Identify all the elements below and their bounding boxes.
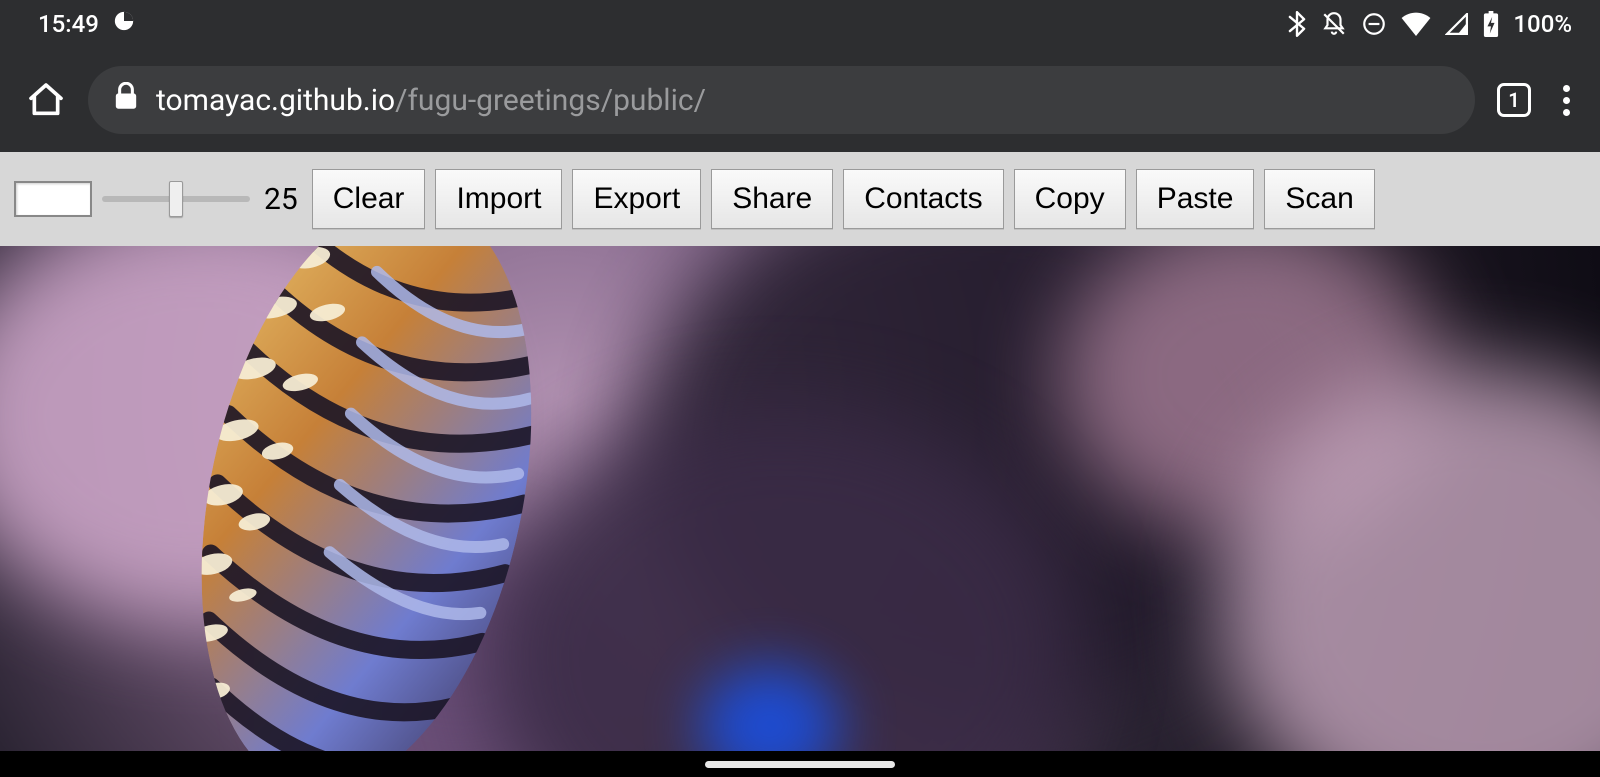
share-button[interactable]: Share xyxy=(711,169,833,229)
dnd-off-icon xyxy=(1321,11,1347,37)
android-status-bar: 15:49 100% xyxy=(0,0,1600,48)
url-host: tomayac.github.io xyxy=(156,83,395,118)
android-nav-bar xyxy=(0,751,1600,777)
url-path: /fugu-greetings/public/ xyxy=(395,83,706,118)
do-not-disturb-icon xyxy=(1361,11,1387,37)
address-bar[interactable]: tomayac.github.io/fugu-greetings/public/ xyxy=(88,66,1475,134)
url-text: tomayac.github.io/fugu-greetings/public/ xyxy=(156,83,706,118)
clock: 15:49 xyxy=(38,10,99,38)
browser-toolbar: tomayac.github.io/fugu-greetings/public/… xyxy=(0,48,1600,152)
color-picker[interactable] xyxy=(14,181,92,217)
tab-count-value: 1 xyxy=(1508,88,1519,112)
app-indicator-icon xyxy=(113,10,135,38)
battery-icon xyxy=(1483,11,1499,37)
scan-button[interactable]: Scan xyxy=(1264,169,1374,229)
status-right: 100% xyxy=(1287,10,1572,38)
battery-percentage: 100% xyxy=(1513,10,1572,38)
tab-switcher-button[interactable]: 1 xyxy=(1497,83,1531,117)
app-toolbar: 25 Clear Import Export Share Contacts Co… xyxy=(0,152,1600,246)
slider-thumb[interactable] xyxy=(169,181,183,217)
export-button[interactable]: Export xyxy=(572,169,701,229)
status-left: 15:49 xyxy=(38,10,135,38)
cellular-icon xyxy=(1445,13,1469,35)
brush-size-value: 25 xyxy=(264,182,298,217)
contacts-button[interactable]: Contacts xyxy=(843,169,1003,229)
drawing-canvas[interactable] xyxy=(0,246,1600,751)
import-button[interactable]: Import xyxy=(435,169,562,229)
paste-button[interactable]: Paste xyxy=(1136,169,1255,229)
home-button[interactable] xyxy=(26,80,66,120)
nav-gesture-pill[interactable] xyxy=(705,761,895,768)
copy-button[interactable]: Copy xyxy=(1014,169,1126,229)
brush-size-slider[interactable] xyxy=(102,181,250,217)
wifi-icon xyxy=(1401,12,1431,36)
clear-button[interactable]: Clear xyxy=(312,169,426,229)
bluetooth-icon xyxy=(1287,11,1307,37)
browser-menu-button[interactable] xyxy=(1553,79,1580,122)
lock-icon xyxy=(114,82,138,118)
